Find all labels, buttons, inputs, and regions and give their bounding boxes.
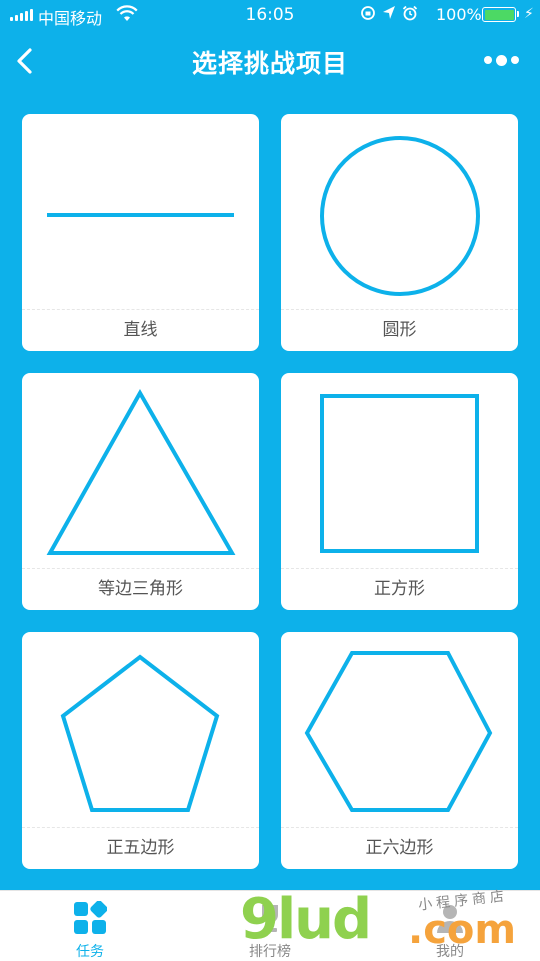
tab-bar: 任务 排行榜 我的 xyxy=(0,890,540,961)
shape-card-line[interactable]: 直线 xyxy=(22,114,259,351)
alarm-icon xyxy=(402,5,418,21)
line-shape-icon xyxy=(47,213,234,217)
battery-tip xyxy=(517,11,519,17)
shape-label: 正方形 xyxy=(374,579,425,599)
battery-icon xyxy=(482,7,516,22)
tab-label: 我的 xyxy=(436,944,464,960)
shape-label: 正六边形 xyxy=(365,838,434,858)
battery-level xyxy=(484,9,514,20)
pentagon-shape-icon xyxy=(60,654,220,812)
more-dots-icon xyxy=(484,56,492,64)
shape-label: 正五边形 xyxy=(106,838,175,858)
shape-label: 等边三角形 xyxy=(98,579,183,599)
tab-leaderboard[interactable]: 排行榜 xyxy=(220,891,320,961)
status-bar: 中国移动 16:05 100% ⚡ xyxy=(0,0,540,30)
nav-bar: 选择挑战项目 xyxy=(0,30,540,92)
tab-tasks[interactable]: 任务 xyxy=(40,891,140,961)
more-dots-icon xyxy=(496,54,507,66)
shape-card-square[interactable]: 正方形 xyxy=(281,373,518,610)
shape-label: 圆形 xyxy=(382,320,417,340)
shape-card-pentagon[interactable]: 正五边形 xyxy=(22,632,259,869)
hexagon-shape-icon xyxy=(304,651,493,812)
location-icon xyxy=(383,6,395,19)
tab-label: 任务 xyxy=(76,944,104,960)
page-title: 选择挑战项目 xyxy=(191,49,348,78)
circle-shape-icon xyxy=(320,136,480,296)
shape-card-triangle[interactable]: 等边三角形 xyxy=(22,373,259,610)
more-button[interactable] xyxy=(484,52,524,68)
charging-icon: ⚡ xyxy=(524,6,534,22)
tab-mine[interactable]: 我的 xyxy=(400,891,500,961)
tasks-grid-icon xyxy=(74,901,107,934)
rotation-lock-icon xyxy=(361,6,375,20)
more-dots-icon xyxy=(511,56,519,64)
trophy-icon xyxy=(262,905,278,932)
square-shape-icon xyxy=(320,394,479,553)
shape-card-hexagon[interactable]: 正六边形 xyxy=(281,632,518,869)
tab-label: 排行榜 xyxy=(249,944,291,960)
triangle-shape-icon xyxy=(46,388,236,555)
shape-card-circle[interactable]: 圆形 xyxy=(281,114,518,351)
user-icon xyxy=(437,905,463,933)
battery-percent: 100% xyxy=(436,5,482,24)
shape-label: 直线 xyxy=(123,320,158,340)
